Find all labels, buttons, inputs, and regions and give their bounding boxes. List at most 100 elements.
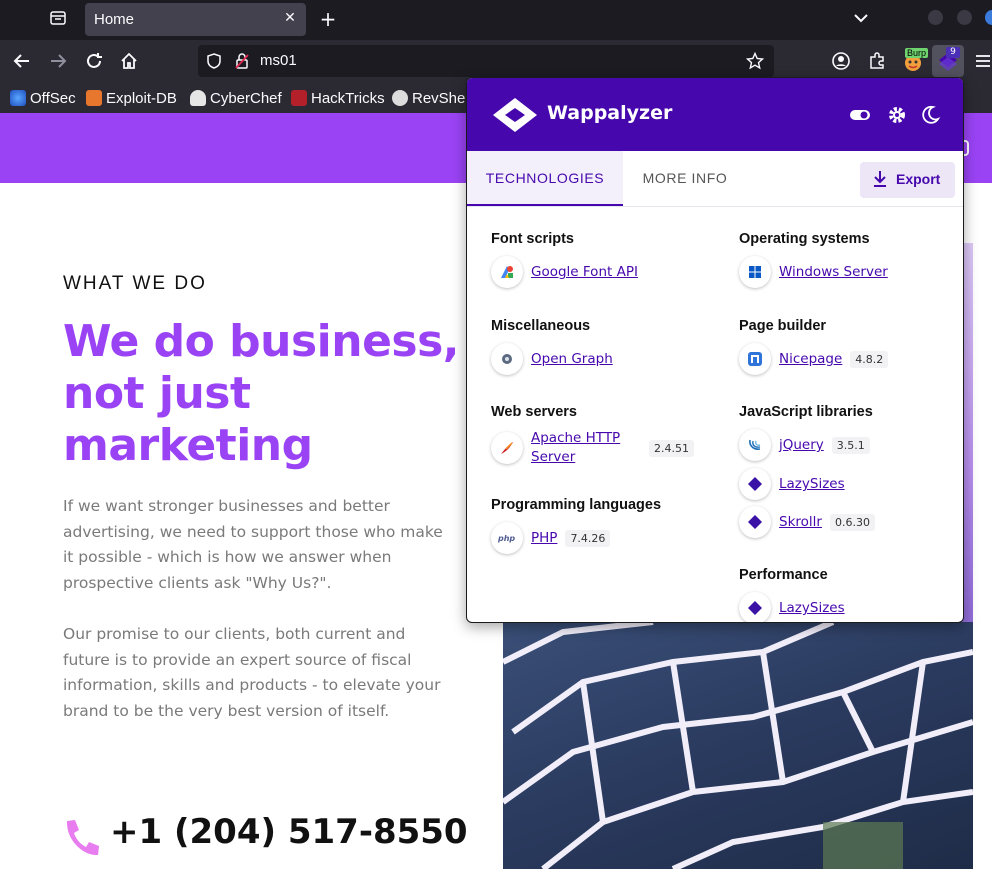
category-page-builder: Page builder: [739, 318, 827, 334]
account-icon[interactable]: [830, 50, 852, 72]
bookmark-star-icon[interactable]: [745, 51, 765, 70]
tech-version: 4.8.2: [850, 350, 889, 368]
tab-overview-icon[interactable]: [48, 8, 68, 28]
tech-lazysizes[interactable]: LazySizes: [739, 468, 845, 500]
svg-text:php: php: [497, 534, 515, 543]
tech-name[interactable]: jQuery: [779, 437, 824, 453]
hacktricks-icon: [291, 90, 307, 106]
intro-paragraph: If we want stronger businesses and bette…: [63, 497, 443, 593]
forward-icon[interactable]: [47, 50, 69, 72]
section-eyebrow: WHAT WE DO: [63, 273, 207, 294]
wappalyzer-header: Wappalyzer: [467, 78, 963, 151]
bookmark-offsec[interactable]: OffSec: [10, 88, 76, 108]
bookmark-exploit-db[interactable]: Exploit-DB: [86, 88, 177, 108]
reload-icon[interactable]: [83, 50, 105, 72]
tech-name[interactable]: Nicepage: [779, 351, 842, 367]
tech-nicepage[interactable]: Nicepage 4.8.2: [739, 343, 889, 375]
url-text: ms01: [260, 52, 297, 69]
tech-skrollr[interactable]: Skrollr 0.6.30: [739, 506, 875, 538]
lazysizes-icon: [739, 468, 771, 500]
shield-icon[interactable]: [205, 52, 223, 70]
url-bar[interactable]: ms01: [198, 45, 774, 77]
tech-php[interactable]: php PHP 7.4.26: [491, 522, 611, 554]
phone-icon: [63, 818, 101, 858]
building-photo: [503, 622, 973, 869]
apache-feather-icon: [491, 432, 523, 464]
burp-label: Burp: [905, 48, 929, 58]
bookmark-label: RevShell: [412, 89, 473, 107]
settings-gear-icon[interactable]: [886, 104, 908, 126]
bookmark-label: CyberChef: [210, 89, 282, 107]
maximize-button[interactable]: [957, 10, 972, 25]
category-programming-languages: Programming languages: [491, 497, 662, 513]
new-tab-button[interactable]: +: [318, 8, 338, 30]
bookmark-revshell[interactable]: RevShell: [392, 88, 472, 108]
category-javascript-libraries: JavaScript libraries: [739, 404, 873, 420]
insecure-lock-icon[interactable]: [233, 52, 251, 70]
php-icon: php: [491, 522, 523, 554]
category-font-scripts: Font scripts: [491, 231, 574, 247]
tab-bar: Home ✕ +: [0, 0, 992, 40]
export-button[interactable]: Export: [860, 162, 955, 198]
browser-tab-home[interactable]: Home ✕: [85, 3, 306, 36]
tech-version: 0.6.30: [829, 513, 875, 531]
bookmark-label: OffSec: [30, 89, 76, 107]
jquery-icon: [739, 429, 771, 461]
tech-version: 3.5.1: [831, 436, 870, 454]
download-icon: [872, 170, 888, 188]
tech-version: 7.4.26: [565, 529, 611, 547]
bookmark-hacktricks[interactable]: HackTricks: [291, 88, 385, 108]
dark-mode-moon-icon[interactable]: [919, 104, 941, 126]
google-font-icon: [491, 256, 523, 288]
tech-name[interactable]: Apache HTTP Server: [531, 429, 641, 467]
phone-number[interactable]: +1 (204) 517-8550: [110, 812, 468, 852]
minimize-button[interactable]: [928, 10, 943, 25]
category-operating-systems: Operating systems: [739, 231, 870, 247]
lazysizes-icon: [739, 592, 771, 622]
cyberchef-icon: [190, 90, 206, 106]
skrollr-icon: [739, 506, 771, 538]
offsec-icon: [10, 90, 26, 106]
wappalyzer-popup: Wappalyzer TECHNOLOGIES MORE INFO Export…: [466, 77, 964, 623]
toggle-icon[interactable]: [849, 104, 871, 126]
tech-name[interactable]: Windows Server: [779, 264, 888, 280]
tech-name[interactable]: PHP: [531, 530, 557, 546]
tech-open-graph[interactable]: Open Graph: [491, 343, 613, 375]
promise-paragraph: Our promise to our clients, both current…: [63, 625, 441, 721]
home-icon[interactable]: [118, 50, 140, 72]
skull-icon: [392, 90, 408, 106]
extensions-puzzle-icon[interactable]: [866, 50, 888, 72]
open-graph-icon: [491, 343, 523, 375]
tech-name[interactable]: Google Font API: [531, 264, 638, 280]
tech-name[interactable]: Skrollr: [779, 514, 822, 530]
tech-version: 2.4.51: [649, 439, 694, 457]
exploit-db-icon: [86, 90, 102, 106]
wappalyzer-title: Wappalyzer: [547, 102, 673, 124]
tech-lazysizes-performance[interactable]: LazySizes: [739, 592, 845, 622]
tech-jquery[interactable]: jQuery 3.5.1: [739, 429, 870, 461]
close-icon[interactable]: ✕: [282, 8, 298, 28]
tech-google-font-api[interactable]: Google Font API: [491, 256, 638, 288]
tab-title: Home: [94, 11, 135, 28]
wappalyzer-logo-icon: [491, 96, 539, 134]
navigation-toolbar: ms01 Burp 9: [0, 40, 992, 82]
windows-icon: [739, 256, 771, 288]
chevron-down-icon[interactable]: [851, 10, 871, 26]
nicepage-icon: [739, 343, 771, 375]
tech-windows-server[interactable]: Windows Server: [739, 256, 888, 288]
close-window-button[interactable]: [985, 10, 992, 25]
tech-name[interactable]: Open Graph: [531, 351, 613, 367]
category-performance: Performance: [739, 567, 828, 583]
tech-name[interactable]: LazySizes: [779, 600, 845, 616]
category-web-servers: Web servers: [491, 404, 577, 420]
tech-apache-http-server[interactable]: Apache HTTP Server 2.4.51: [491, 429, 694, 467]
extension-badge: 9: [946, 47, 960, 58]
menu-icon[interactable]: [972, 50, 992, 72]
bookmark-cyberchef[interactable]: CyberChef: [190, 88, 282, 108]
back-icon[interactable]: [11, 50, 33, 72]
tech-name[interactable]: LazySizes: [779, 476, 845, 492]
tab-more-info[interactable]: MORE INFO: [623, 151, 747, 206]
tab-technologies[interactable]: TECHNOLOGIES: [467, 151, 623, 206]
category-miscellaneous: Miscellaneous: [491, 318, 591, 334]
bookmark-label: Exploit-DB: [106, 89, 177, 107]
